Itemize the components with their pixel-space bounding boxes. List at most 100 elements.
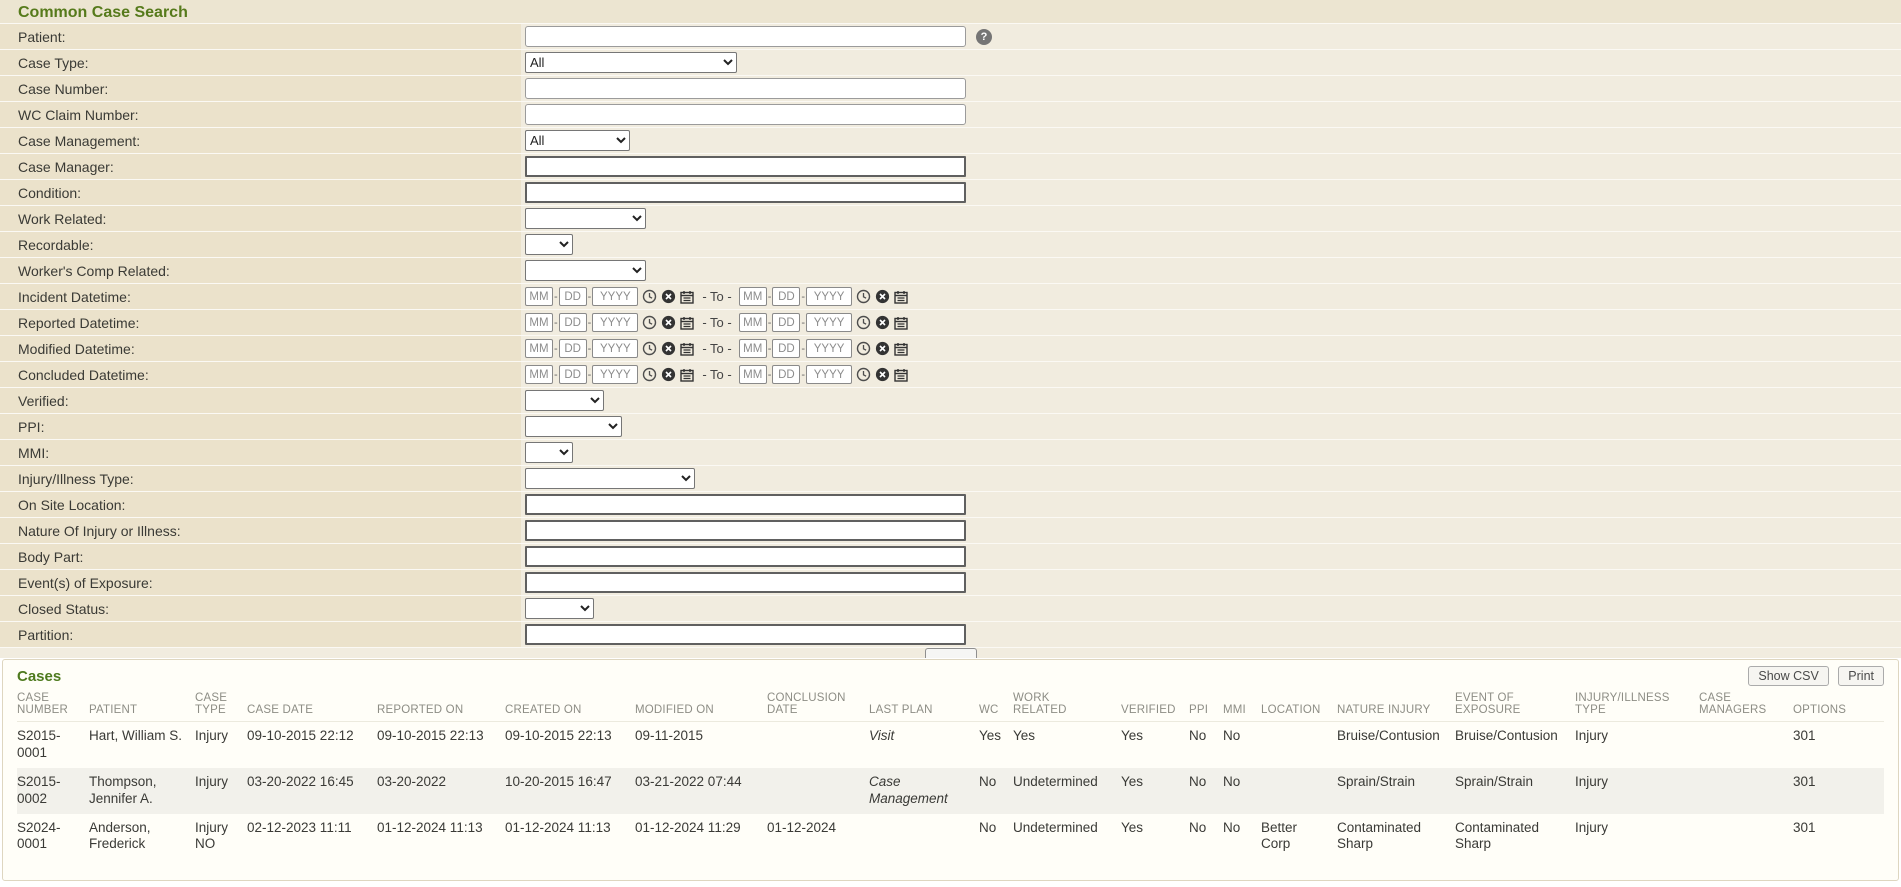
reported-datetime-to-month[interactable] — [739, 313, 767, 332]
incident-datetime-to-year[interactable] — [806, 287, 852, 306]
show-csv-button[interactable]: Show CSV — [1748, 666, 1828, 686]
reported-datetime-from-day[interactable] — [559, 313, 587, 332]
modified-datetime-to-year[interactable] — [806, 339, 852, 358]
concluded-datetime-from-month[interactable] — [525, 365, 553, 384]
clear-icon[interactable] — [660, 367, 676, 383]
cell-work_related: Undetermined — [1013, 814, 1121, 860]
search-button[interactable] — [925, 648, 977, 658]
case-number-input[interactable] — [525, 78, 966, 99]
partition-input[interactable] — [525, 624, 966, 645]
incident-datetime-to-month[interactable] — [739, 287, 767, 306]
wc-claim-number-input[interactable] — [525, 104, 966, 125]
help-icon[interactable]: ? — [976, 29, 992, 45]
clear-icon[interactable] — [874, 367, 890, 383]
clear-icon[interactable] — [660, 315, 676, 331]
cell-case_date: 09-10-2015 22:12 — [247, 722, 377, 768]
clock-icon[interactable] — [641, 289, 657, 305]
date-separator: - — [801, 291, 805, 303]
table-row[interactable]: S2024-0001Anderson, FrederickInjury NO02… — [17, 814, 1884, 860]
modified-datetime-from-day[interactable] — [559, 339, 587, 358]
reported-datetime-from-year[interactable] — [592, 313, 638, 332]
cell-created_on: 01-12-2024 11:13 — [505, 814, 635, 860]
reported-datetime-from-month[interactable] — [525, 313, 553, 332]
clock-icon[interactable] — [855, 289, 871, 305]
workers-comp-related-select[interactable] — [525, 260, 646, 281]
modified-datetime-from-month[interactable] — [525, 339, 553, 358]
clock-icon[interactable] — [855, 341, 871, 357]
closed-status-select[interactable] — [525, 598, 594, 619]
case-number-label: Case Number: — [0, 76, 521, 101]
workers-comp-related-field — [521, 258, 1901, 283]
calendar-icon[interactable] — [679, 289, 695, 305]
case-type-select[interactable]: All — [525, 52, 737, 73]
clock-icon[interactable] — [641, 367, 657, 383]
cell-case_type: Injury — [195, 722, 247, 768]
clear-icon[interactable] — [660, 341, 676, 357]
form-row-condition: Condition: — [0, 180, 1901, 206]
cell-verified: Yes — [1121, 722, 1189, 768]
calendar-icon[interactable] — [679, 367, 695, 383]
partition-label: Partition: — [0, 622, 521, 647]
calendar-icon[interactable] — [893, 367, 909, 383]
ppi-select[interactable] — [525, 416, 622, 437]
cell-mmi: No — [1223, 722, 1261, 768]
clock-icon[interactable] — [641, 315, 657, 331]
calendar-icon[interactable] — [893, 341, 909, 357]
concluded-datetime-to-year[interactable] — [806, 365, 852, 384]
calendar-icon[interactable] — [679, 315, 695, 331]
incident-datetime-from-month[interactable] — [525, 287, 553, 306]
patient-field: ? — [521, 24, 1901, 49]
events-of-exposure-input[interactable] — [525, 572, 966, 593]
verified-select[interactable] — [525, 390, 604, 411]
cell-location: Better Corp — [1261, 814, 1337, 860]
closed-status-label: Closed Status: — [0, 596, 521, 621]
clock-icon[interactable] — [641, 341, 657, 357]
reported-datetime-field: --- To --- — [521, 310, 1901, 335]
injury-illness-type-select[interactable] — [525, 468, 695, 489]
clear-icon[interactable] — [660, 289, 676, 305]
column-header: CASE NUMBER — [17, 689, 89, 722]
case-manager-input[interactable] — [525, 156, 966, 177]
modified-datetime-to-day[interactable] — [772, 339, 800, 358]
incident-datetime-from-day[interactable] — [559, 287, 587, 306]
table-row[interactable]: S2015-0001Hart, William S.Injury09-10-20… — [17, 722, 1884, 768]
print-button[interactable]: Print — [1838, 666, 1884, 686]
reported-datetime-to-year[interactable] — [806, 313, 852, 332]
case-management-select[interactable]: All — [525, 130, 630, 151]
cell-ppi: No — [1189, 768, 1223, 814]
clock-icon[interactable] — [855, 367, 871, 383]
clear-icon[interactable] — [874, 289, 890, 305]
form-row-closed-status: Closed Status: — [0, 596, 1901, 622]
wc-claim-number-label: WC Claim Number: — [0, 102, 521, 127]
cell-case_date: 02-12-2023 11:11 — [247, 814, 377, 860]
clock-icon[interactable] — [855, 315, 871, 331]
verified-label: Verified: — [0, 388, 521, 413]
body-part-input[interactable] — [525, 546, 966, 567]
concluded-datetime-to-month[interactable] — [739, 365, 767, 384]
incident-datetime-to-day[interactable] — [772, 287, 800, 306]
concluded-datetime-from-year[interactable] — [592, 365, 638, 384]
mmi-select[interactable] — [525, 442, 573, 463]
clear-icon[interactable] — [874, 341, 890, 357]
patient-input[interactable] — [525, 26, 966, 47]
calendar-icon[interactable] — [679, 341, 695, 357]
condition-label: Condition: — [0, 180, 521, 205]
calendar-icon[interactable] — [893, 289, 909, 305]
incident-datetime-from-year[interactable] — [592, 287, 638, 306]
date-separator: - — [768, 291, 772, 303]
calendar-icon[interactable] — [893, 315, 909, 331]
reported-datetime-to-day[interactable] — [772, 313, 800, 332]
nature-of-injury-or-illness-input[interactable] — [525, 520, 966, 541]
cell-event_of_exposure: Contaminated Sharp — [1455, 814, 1575, 860]
work-related-select[interactable] — [525, 208, 646, 229]
concluded-datetime-to-day[interactable] — [772, 365, 800, 384]
concluded-datetime-from-day[interactable] — [559, 365, 587, 384]
table-row[interactable]: S2015-0002Thompson, Jennifer A.Injury03-… — [17, 768, 1884, 814]
cell-last_plan: Case Management — [869, 768, 979, 814]
condition-input[interactable] — [525, 182, 966, 203]
modified-datetime-from-year[interactable] — [592, 339, 638, 358]
clear-icon[interactable] — [874, 315, 890, 331]
on-site-location-input[interactable] — [525, 494, 966, 515]
modified-datetime-to-month[interactable] — [739, 339, 767, 358]
recordable-select[interactable] — [525, 234, 573, 255]
